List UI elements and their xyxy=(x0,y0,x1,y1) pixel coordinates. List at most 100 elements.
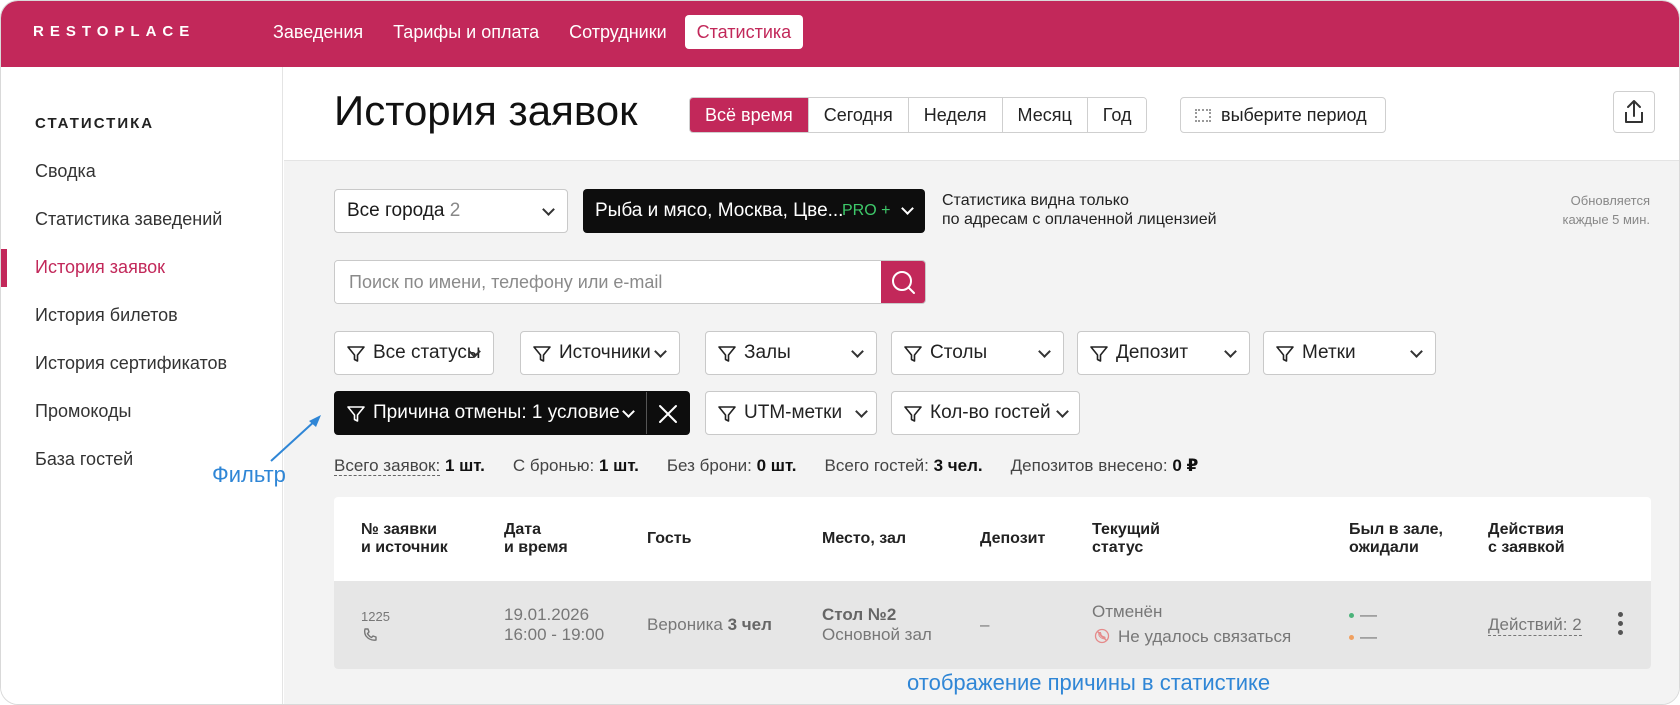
search-box xyxy=(334,260,926,304)
filter-label: Кол-во гостей xyxy=(930,402,1051,423)
sidebar-item-tickets-history[interactable]: История билетов xyxy=(35,305,178,326)
filter-icon xyxy=(347,346,365,362)
filter-sources[interactable]: Источники xyxy=(520,331,680,375)
place-table: Стол №2 xyxy=(822,605,896,625)
license-note: Статистика видна только по адресам с опл… xyxy=(942,191,1262,229)
search-button[interactable] xyxy=(881,261,925,303)
brand-logo[interactable]: RESTOPLACE xyxy=(33,23,195,40)
sidebar-title: СТАТИСТИКА xyxy=(35,115,155,132)
refresh-note-line: Обновляется xyxy=(1570,193,1650,208)
filter-icon xyxy=(1090,346,1108,362)
filter-label: Все статусы xyxy=(373,342,481,363)
nav-venues[interactable]: Заведения xyxy=(261,15,375,49)
sidebar: СТАТИСТИКА Сводка Статистика заведений И… xyxy=(1,67,283,704)
summary-guests-value: 3 чел. xyxy=(933,456,983,475)
column-header-guest: Гость xyxy=(647,530,692,547)
period-all-time-button[interactable]: Всё время xyxy=(690,98,808,132)
filter-guest-count[interactable]: Кол-во гостей xyxy=(891,391,1080,435)
filter-icon xyxy=(904,346,922,362)
refresh-note: Обновляется каждые 5 мин. xyxy=(1555,191,1650,229)
actions-link[interactable]: Действий: 2 xyxy=(1488,615,1582,636)
column-header-date: Дата и время xyxy=(504,521,568,557)
filter-statuses[interactable]: Все статусы xyxy=(334,331,494,375)
deposit-value: – xyxy=(980,615,990,634)
filter-tables[interactable]: Столы xyxy=(891,331,1064,375)
chevron-down-icon xyxy=(1410,345,1423,358)
filter-label: Источники xyxy=(559,342,651,363)
cancel-reason: Не удалось связаться xyxy=(1118,627,1292,646)
filter-icon xyxy=(533,346,551,362)
summary-booked: С бронью: 1 шт. xyxy=(513,456,639,476)
summary-unbooked: Без брони: 0 шт. xyxy=(667,456,797,476)
header-line: ожидали xyxy=(1349,539,1419,556)
summary-total-label[interactable]: Всего заявок: xyxy=(334,456,441,476)
status-value: Отменён xyxy=(1092,602,1163,621)
table-row[interactable]: 1225 19.01.2026 16:00 - 19:00 Вероника 3… xyxy=(334,581,1651,669)
annotation-filter: Фильтр xyxy=(212,462,286,487)
page-title: История заявок xyxy=(334,87,638,134)
nav-billing[interactable]: Тарифы и оплата xyxy=(381,15,551,49)
filter-tags[interactable]: Метки xyxy=(1263,331,1436,375)
filter-deposit[interactable]: Депозит xyxy=(1077,331,1250,375)
filter-halls[interactable]: Залы xyxy=(705,331,877,375)
header-line: и время xyxy=(504,539,568,556)
summary-deposits: Депозитов внесено: 0 ₽ xyxy=(1011,456,1199,476)
visited-value: — xyxy=(1360,605,1377,624)
sidebar-item-venue-stats[interactable]: Статистика заведений xyxy=(35,209,222,230)
summary-guests-label: Всего гостей: xyxy=(824,456,929,475)
place-table-name: Стол №2 xyxy=(822,605,897,624)
header-line: с заявкой xyxy=(1488,539,1565,556)
column-header-actions: Действия с заявкой xyxy=(1488,521,1565,557)
city-select[interactable]: Все города 2 xyxy=(334,189,568,233)
chevron-down-icon xyxy=(851,345,864,358)
visited-dot xyxy=(1349,613,1354,618)
filter-label: UTM-метки xyxy=(744,402,843,423)
share-icon xyxy=(1625,100,1643,123)
chevron-down-icon xyxy=(542,203,555,216)
waited-value: — xyxy=(1360,627,1377,646)
more-options-icon[interactable] xyxy=(1618,612,1624,638)
filter-cancel-reason[interactable]: Причина отмены: 1 условие xyxy=(334,391,690,435)
export-button[interactable] xyxy=(1613,91,1655,133)
filter-label: Причина отмены: 1 условие xyxy=(373,402,620,423)
summary-unbooked-label: Без брони: xyxy=(666,456,752,475)
top-navigation-bar: RESTOPLACE Заведения Тарифы и оплата Сот… xyxy=(1,1,1679,67)
sidebar-item-guest-base[interactable]: База гостей xyxy=(35,449,133,470)
sidebar-item-certificates-history[interactable]: История сертификатов xyxy=(35,353,227,374)
phone-blocked-icon xyxy=(1094,628,1110,644)
period-month-button[interactable]: Месяц xyxy=(1001,98,1087,132)
venue-select-label: Рыба и мясо, Москва, Цве... xyxy=(595,200,844,221)
period-week-button[interactable]: Неделя xyxy=(907,98,1002,132)
sidebar-item-promocodes[interactable]: Промокоды xyxy=(35,401,131,422)
venue-select[interactable]: Рыба и мясо, Москва, Цве... PRO + xyxy=(583,189,925,233)
period-today-button[interactable]: Сегодня xyxy=(807,98,908,132)
close-icon[interactable] xyxy=(657,403,679,425)
period-year-button[interactable]: Год xyxy=(1086,98,1147,132)
city-select-label: Все города xyxy=(347,200,445,221)
header-line: Был в зале, xyxy=(1349,521,1443,538)
nav-staff[interactable]: Сотрудники xyxy=(557,15,679,49)
filter-icon xyxy=(718,406,736,422)
request-id: 1225 xyxy=(361,609,390,624)
filter-icon xyxy=(1276,346,1294,362)
filter-utm[interactable]: UTM-метки xyxy=(705,391,877,435)
sidebar-active-marker xyxy=(1,249,7,287)
chevron-down-icon xyxy=(1224,345,1237,358)
search-input[interactable] xyxy=(335,261,883,303)
chevron-down-icon xyxy=(1056,405,1069,418)
header-line: № заявки xyxy=(361,521,437,538)
header-line: Дата xyxy=(504,521,542,538)
search-icon xyxy=(892,271,915,294)
chevron-down-icon xyxy=(622,405,635,418)
summary-booked-value: 1 шт. xyxy=(598,456,639,475)
sidebar-item-requests-history[interactable]: История заявок xyxy=(35,257,165,278)
filter-icon xyxy=(718,346,736,362)
nav-statistics[interactable]: Статистика xyxy=(684,15,804,49)
filter-label: Столы xyxy=(930,342,988,363)
summary-bar: Всего заявок: 1 шт. С бронью: 1 шт. Без … xyxy=(334,456,1198,476)
annotation-reason: отображение причины в статистике xyxy=(907,670,1271,695)
guest-count: 3 чел xyxy=(727,615,772,634)
page-header: История заявок Всё время Сегодня Неделя … xyxy=(284,67,1679,161)
date-range-picker[interactable]: выберите период xyxy=(1180,97,1386,133)
sidebar-item-summary[interactable]: Сводка xyxy=(35,161,96,182)
